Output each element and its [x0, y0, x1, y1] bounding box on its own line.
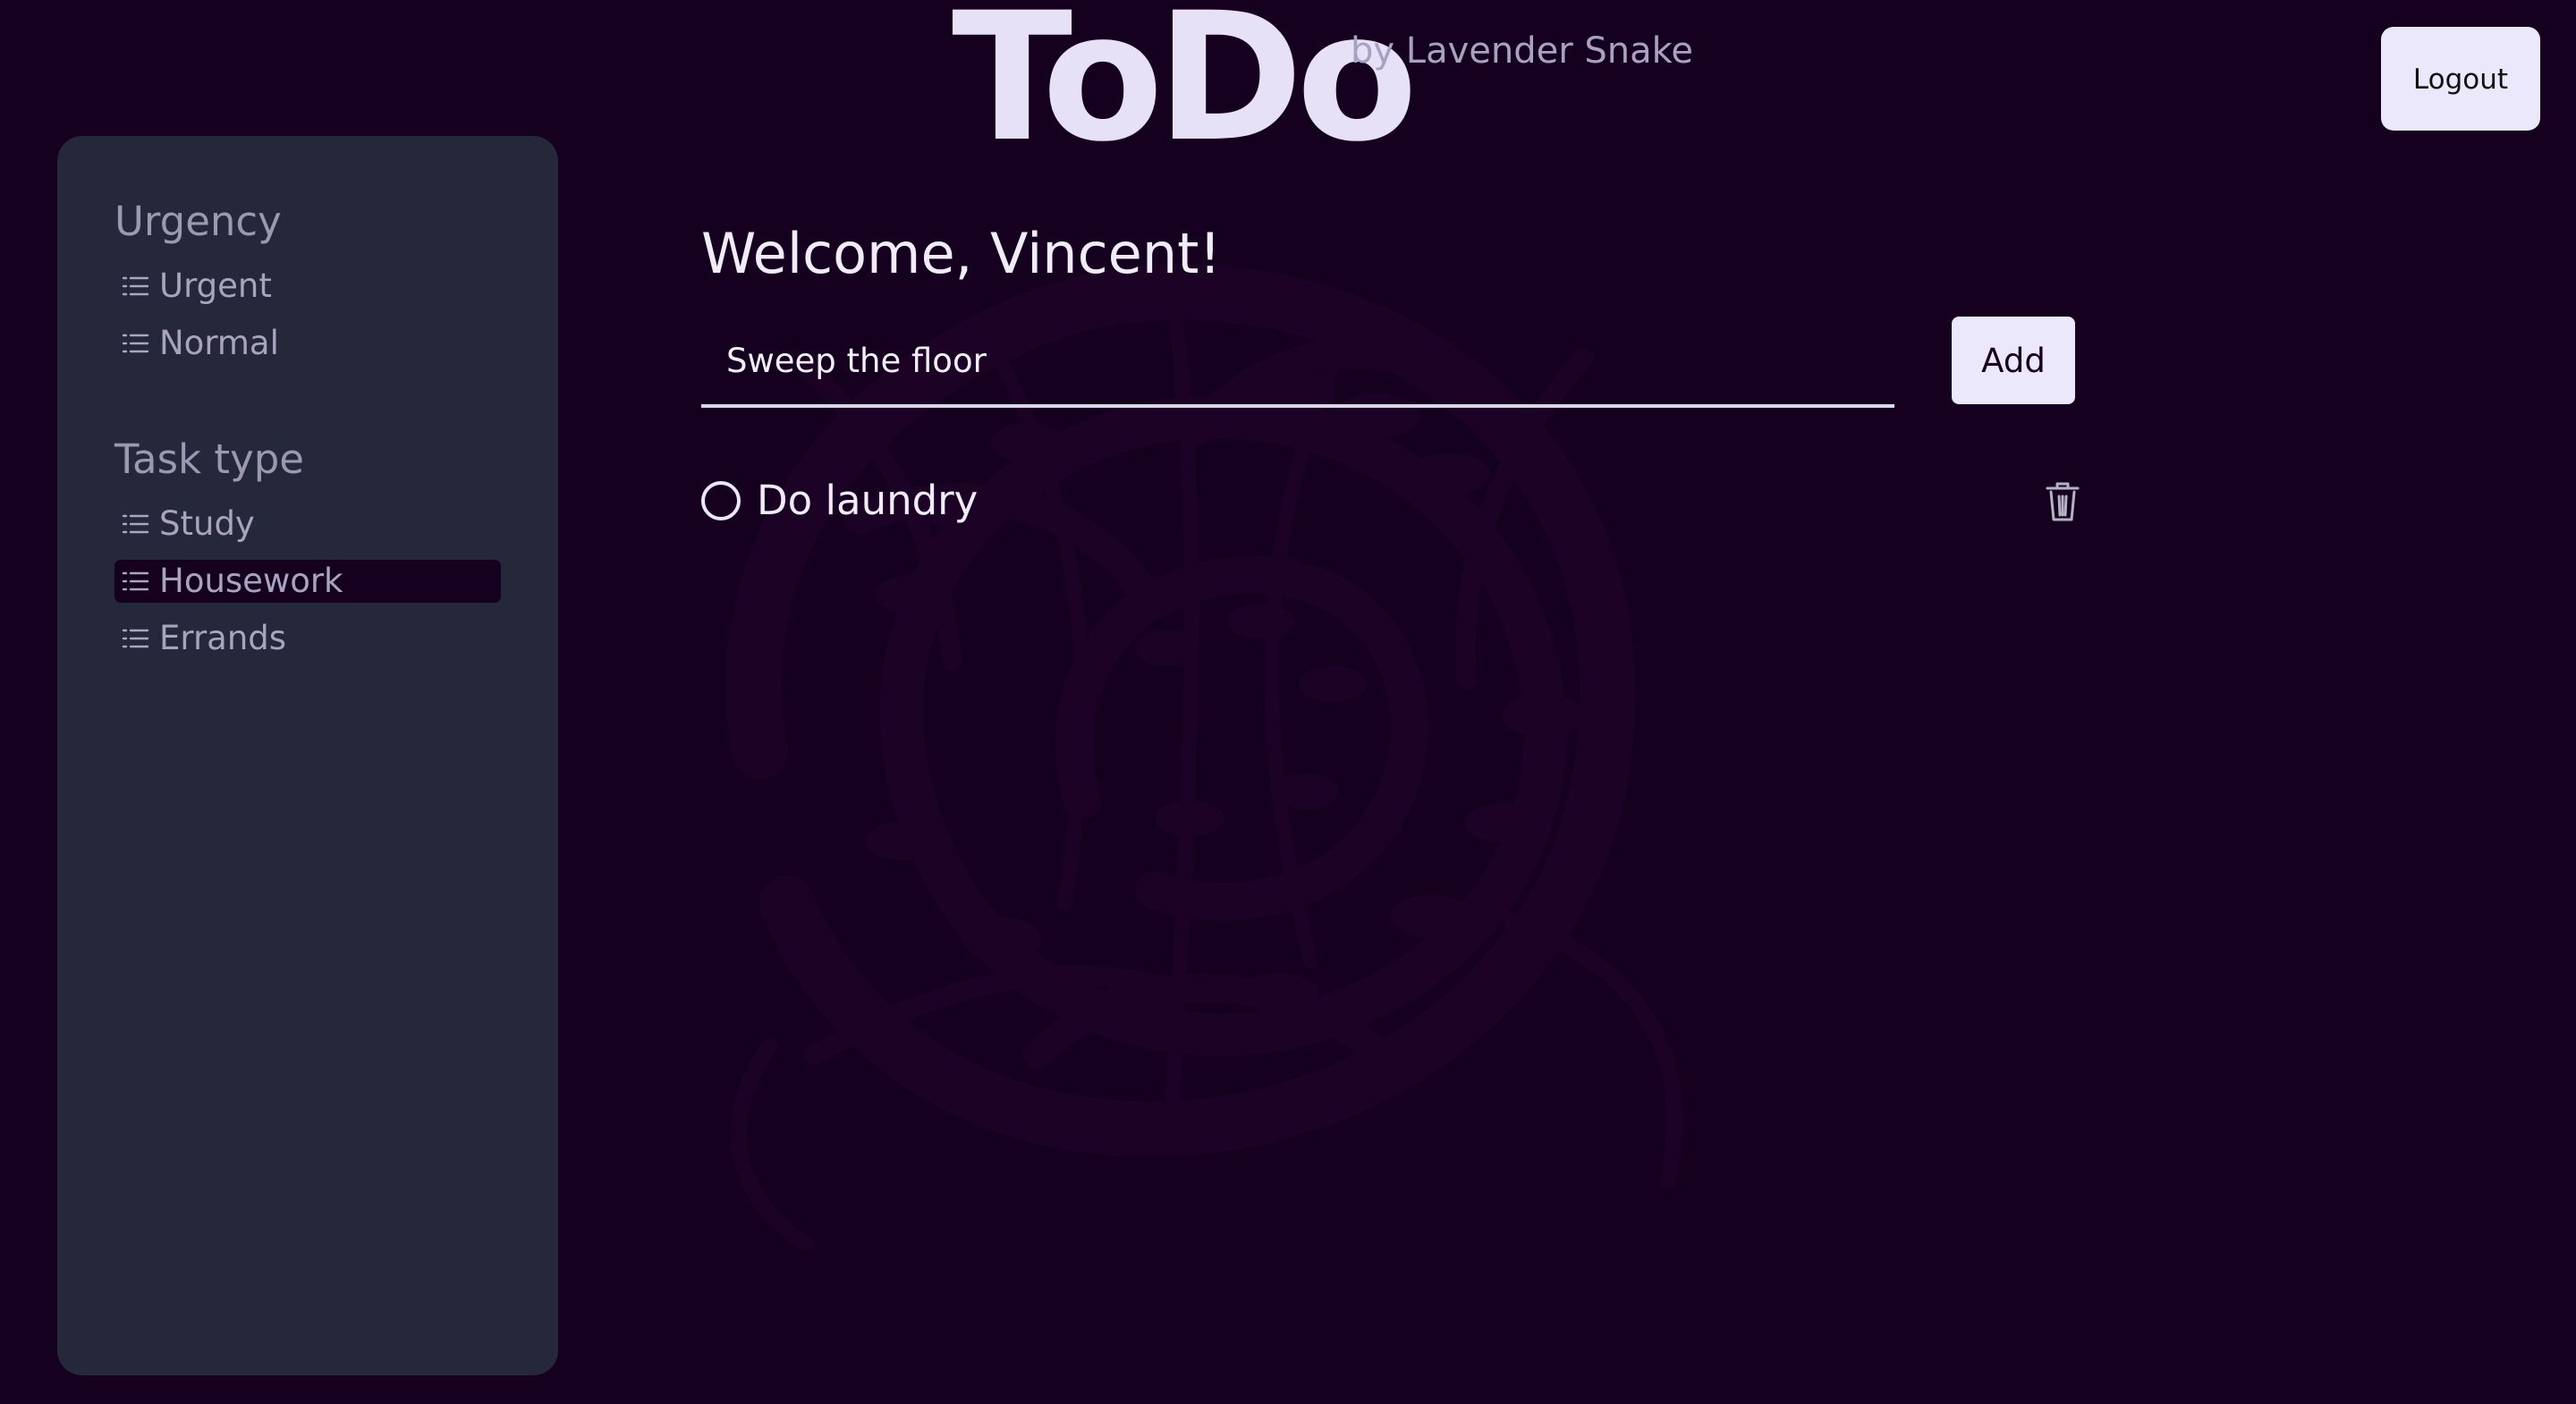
delete-task-button[interactable]: [2041, 478, 2084, 524]
todo-app: ToDo by Lavender Snake Logout Urgency Ur…: [0, 0, 2576, 1404]
sidebar-item-label: Study: [159, 504, 255, 543]
urgency-filter-group: Urgency Urgent Normal: [114, 191, 501, 379]
new-task-input[interactable]: [701, 318, 1894, 404]
sidebar-item-housework[interactable]: Housework: [114, 560, 501, 603]
task-type-filter-group: Task type Study Housework Errands: [114, 429, 501, 674]
app-brand: ToDo by Lavender Snake: [952, 0, 1693, 181]
welcome-message: Welcome, Vincent!: [701, 221, 1222, 286]
urgency-heading: Urgency: [114, 198, 282, 245]
task-label: Do laundry: [757, 477, 979, 524]
list-icon: [122, 514, 149, 534]
sidebar-item-label: Urgent: [159, 266, 272, 305]
list-icon: [122, 334, 149, 353]
sidebar-item-label: Housework: [159, 562, 343, 600]
add-task-button[interactable]: Add: [1952, 317, 2075, 404]
task-input-underline: [701, 318, 1894, 408]
app-title: ToDo: [952, 0, 1418, 181]
sidebar-item-label: Errands: [159, 619, 287, 657]
list-icon: [122, 629, 149, 648]
task-type-heading: Task type: [114, 436, 304, 483]
task-complete-checkbox[interactable]: [701, 481, 741, 520]
app-subtitle: by Lavender Snake: [1351, 30, 1693, 72]
sidebar-item-normal[interactable]: Normal: [114, 322, 501, 365]
list-icon: [122, 276, 149, 296]
trash-icon: [2046, 482, 2080, 521]
sidebar-item-study[interactable]: Study: [114, 503, 501, 546]
filter-sidebar: Urgency Urgent Normal Task type Study Ho…: [57, 136, 558, 1375]
logout-button[interactable]: Logout: [2381, 27, 2540, 131]
sidebar-item-errands[interactable]: Errands: [114, 617, 501, 660]
task-panel: Welcome, Vincent! Add Do laundry: [701, 211, 2080, 587]
task-item: Do laundry: [701, 460, 2080, 542]
sidebar-item-urgent[interactable]: Urgent: [114, 265, 501, 308]
sidebar-item-label: Normal: [159, 324, 279, 362]
list-icon: [122, 571, 149, 591]
